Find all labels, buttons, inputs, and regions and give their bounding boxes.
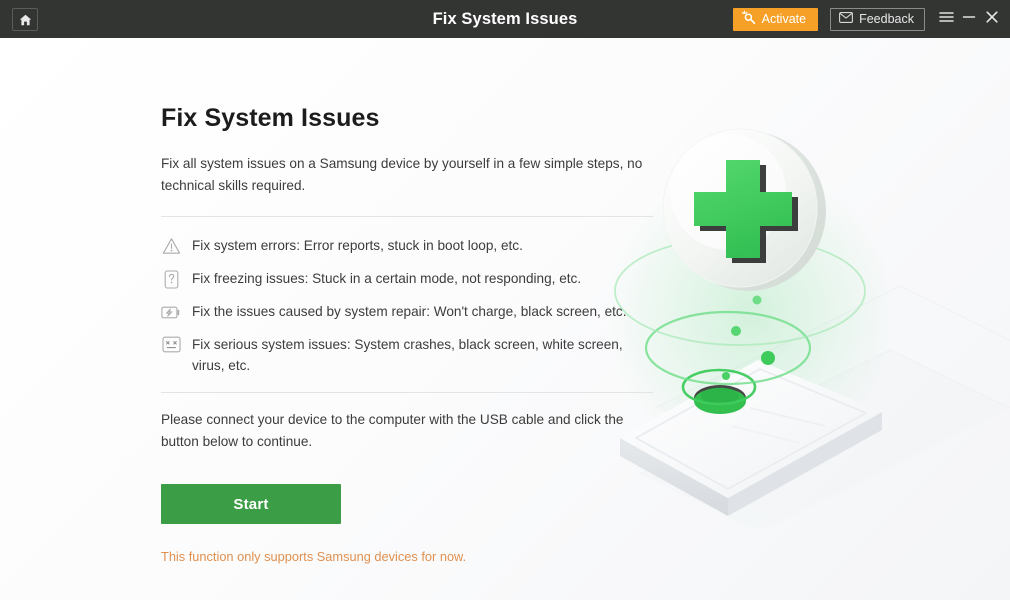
hamburger-menu-icon: [938, 10, 954, 28]
start-button[interactable]: Start: [161, 484, 341, 524]
support-note: This function only supports Samsung devi…: [161, 549, 467, 564]
lead-paragraph: Fix all system issues on a Samsung devic…: [161, 156, 643, 193]
crashed-screen-icon: [161, 335, 181, 355]
home-icon: [19, 14, 32, 26]
warning-triangle-icon: [161, 236, 181, 256]
titlebar-actions: Activate Feedback: [732, 0, 1002, 38]
feature-text: Fix serious system issues: System crashe…: [192, 337, 623, 373]
left-column: Fix System Issues Fix all system issues …: [161, 104, 653, 564]
feature-list: Fix system errors: Error reports, stuck …: [161, 217, 653, 392]
key-sparkle-icon: [741, 10, 757, 28]
phone-repair-illustration: [600, 108, 1010, 532]
minimize-icon: [962, 10, 976, 28]
feature-text: Fix the issues caused by system repair: …: [192, 304, 627, 319]
activate-button[interactable]: Activate: [732, 7, 819, 31]
phone-question-icon: [161, 269, 181, 289]
feature-item-system-errors: Fix system errors: Error reports, stuck …: [161, 229, 653, 262]
feedback-button[interactable]: Feedback: [830, 7, 925, 31]
activate-label: Activate: [761, 11, 807, 26]
close-icon: [985, 10, 999, 29]
home-button[interactable]: [12, 8, 38, 31]
close-button[interactable]: [982, 5, 1002, 33]
title-bar: Fix System Issues Activate Feedback: [0, 0, 1010, 38]
feature-item-freezing: Fix freezing issues: Stuck in a certain …: [161, 262, 653, 295]
envelope-icon: [839, 12, 854, 26]
main-content: Fix System Issues Fix all system issues …: [0, 38, 1010, 600]
feature-text: Fix freezing issues: Stuck in a certain …: [192, 271, 582, 286]
battery-charging-icon: [161, 302, 181, 322]
menu-button[interactable]: [936, 5, 956, 33]
feature-item-serious-issues: Fix serious system issues: System crashe…: [161, 328, 653, 382]
page-title: Fix System Issues: [161, 104, 380, 132]
feature-item-repair-caused: Fix the issues caused by system repair: …: [161, 295, 653, 328]
app-window: Fix System Issues Activate Feedback Fix …: [0, 0, 1010, 600]
feature-text: Fix system errors: Error reports, stuck …: [192, 238, 523, 253]
connect-instruction: Please connect your device to the comput…: [161, 412, 624, 449]
feedback-label: Feedback: [859, 12, 914, 26]
minimize-button[interactable]: [959, 5, 979, 33]
